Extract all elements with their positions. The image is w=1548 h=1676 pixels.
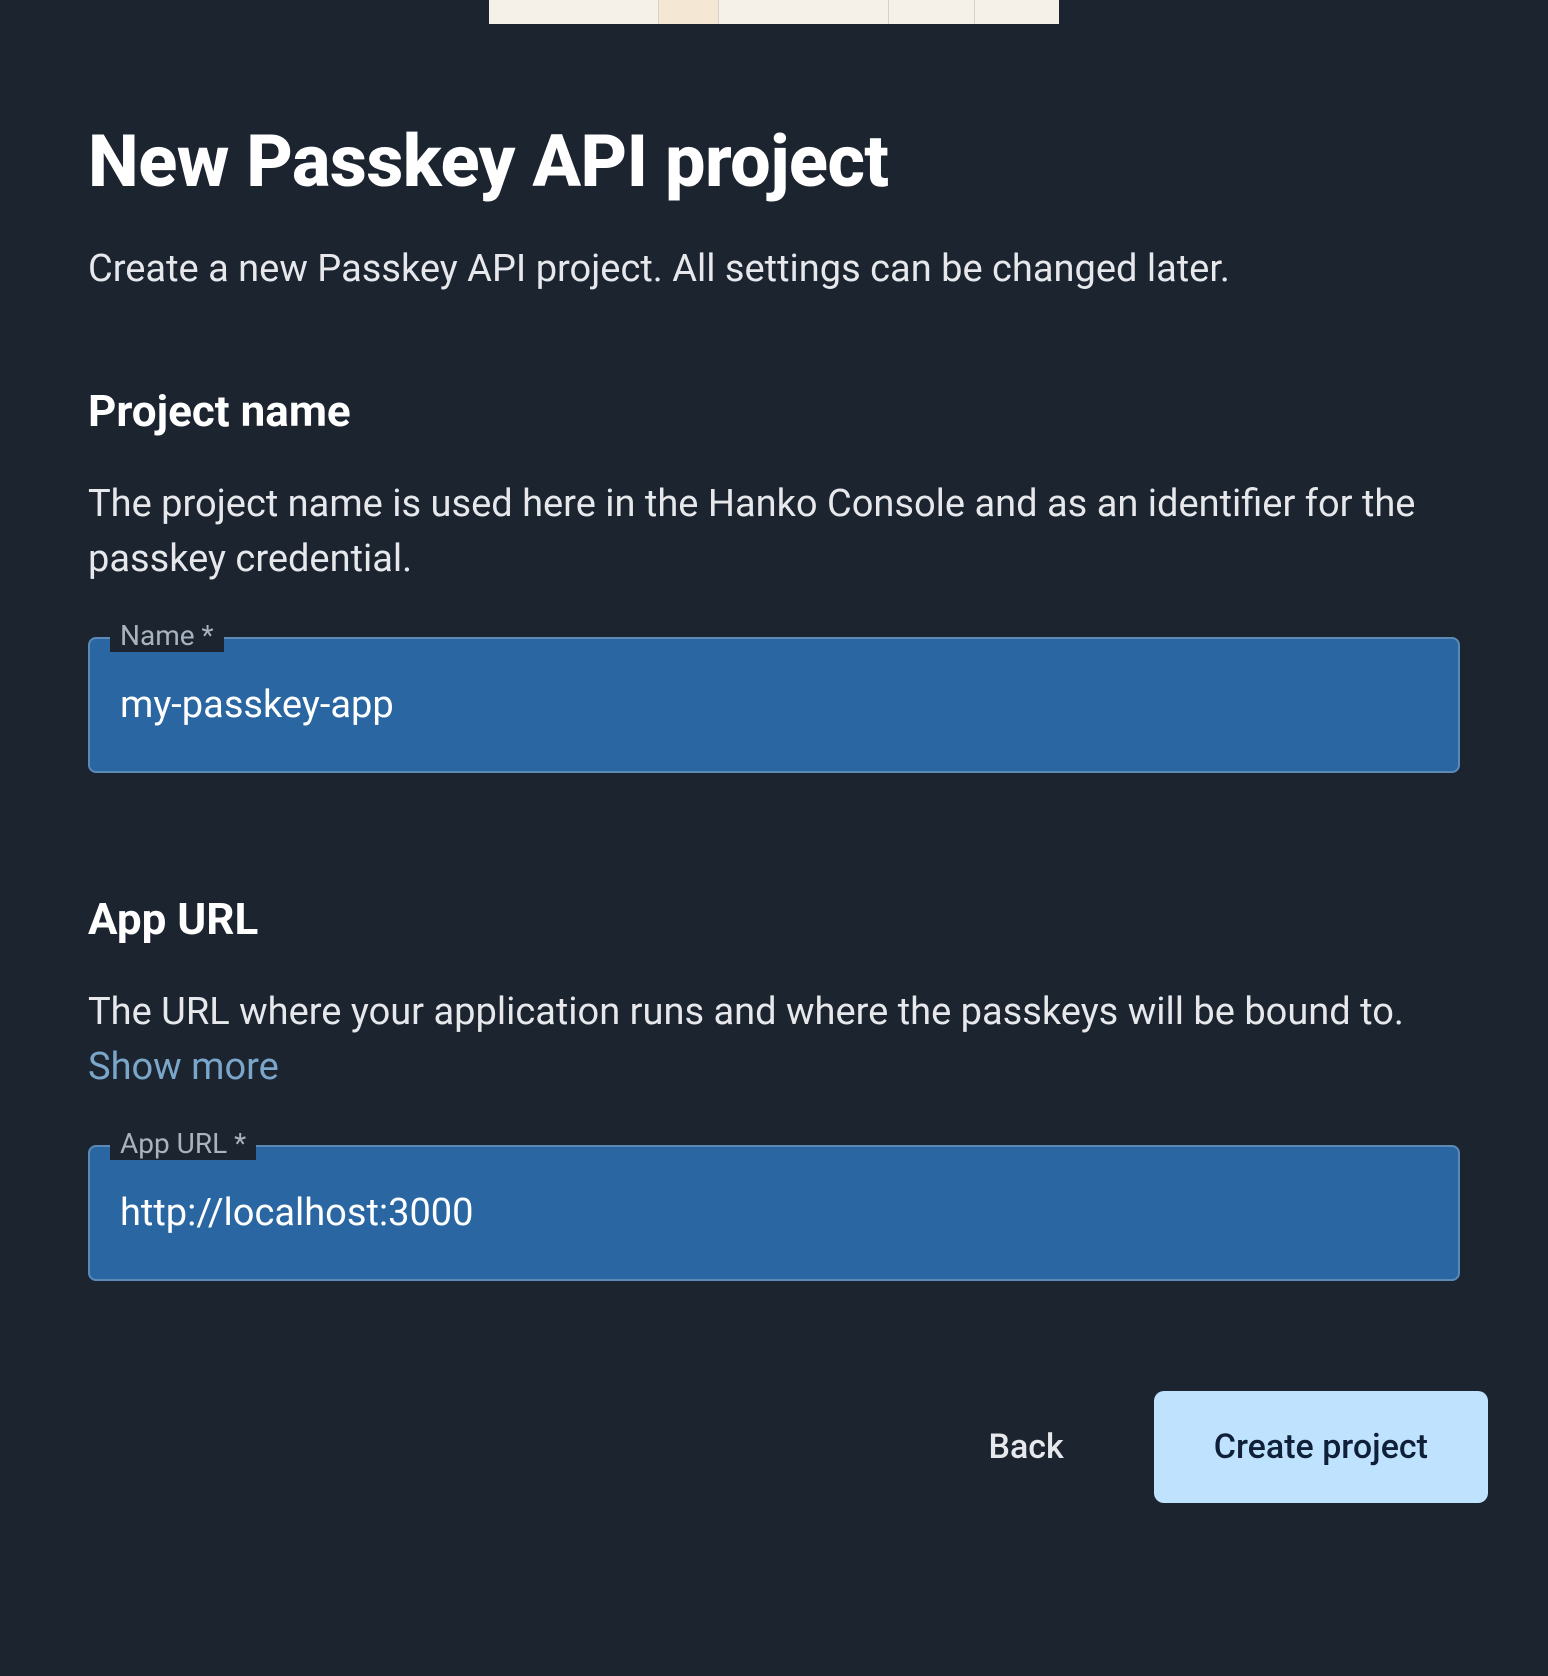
form-container: New Passkey API project Create a new Pas… bbox=[0, 24, 1548, 1281]
show-more-link[interactable]: Show more bbox=[88, 1045, 279, 1089]
app-url-section: App URL The URL where your application r… bbox=[88, 893, 1460, 1281]
app-url-input[interactable] bbox=[88, 1145, 1460, 1281]
top-tab-fragment bbox=[489, 0, 1059, 24]
app-url-label: App URL * bbox=[110, 1127, 256, 1160]
project-name-description: The project name is used here in the Han… bbox=[88, 477, 1460, 587]
page-title: New Passkey API project bbox=[88, 124, 1460, 200]
back-button[interactable]: Back bbox=[958, 1407, 1093, 1487]
app-url-heading: App URL bbox=[88, 893, 1460, 945]
project-name-section: Project name The project name is used he… bbox=[88, 385, 1460, 773]
project-name-input[interactable] bbox=[88, 637, 1460, 773]
page-subtitle: Create a new Passkey API project. All se… bbox=[88, 244, 1460, 295]
form-footer: Back Create project bbox=[0, 1361, 1548, 1543]
app-url-description: The URL where your application runs and … bbox=[88, 985, 1460, 1095]
project-name-heading: Project name bbox=[88, 385, 1460, 437]
project-name-field-wrapper: Name * bbox=[88, 637, 1460, 773]
project-name-label: Name * bbox=[110, 619, 224, 652]
app-url-description-text: The URL where your application runs and … bbox=[88, 990, 1404, 1034]
create-project-button[interactable]: Create project bbox=[1154, 1391, 1488, 1503]
app-url-field-wrapper: App URL * bbox=[88, 1145, 1460, 1281]
